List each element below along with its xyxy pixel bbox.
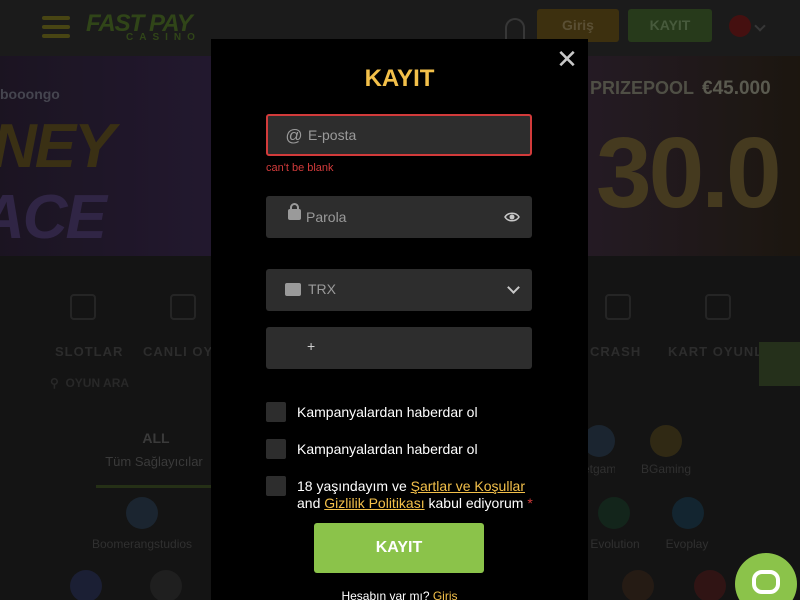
terms-text-pre: 18 yaşındayım ve [297,478,411,494]
login-prompt-text: Hesabın var mı? [341,589,433,600]
lock-icon [288,203,301,220]
required-mark: * [527,495,533,511]
currency-select[interactable]: TRX [266,269,532,311]
password-field[interactable] [266,196,532,238]
promo-checkbox-label-2: Kampanyalardan haberdar ol [297,441,478,457]
eye-icon[interactable] [504,209,520,225]
register-modal: ✕ KAYIT @ can't be blank TRX + Kampanyal… [211,39,588,600]
currency-value: TRX [308,281,336,297]
promo-checkbox-2[interactable] [266,439,286,459]
register-submit-button[interactable]: KAYIT [314,523,484,573]
terms-label: 18 yaşındayım ve Şartlar ve Koşullar and… [297,478,533,512]
terms-text-and: and [297,495,325,511]
modal-title: KAYIT [364,65,435,92]
promo-checkbox-1[interactable] [266,402,286,422]
chat-icon [752,570,780,594]
phone-prefix: + [307,338,316,354]
phone-field[interactable]: + [266,327,532,369]
terms-checkbox[interactable] [266,476,286,496]
password-input[interactable] [306,196,506,238]
promo-checkbox-label-1: Kampanyalardan haberdar ol [297,404,478,420]
email-input[interactable] [308,116,508,154]
terms-link[interactable]: Şartlar ve Koşullar [411,478,525,494]
email-field[interactable]: @ [266,114,532,156]
terms-text-post: kabul ediyorum [424,495,528,511]
chevron-down-icon [507,281,520,294]
email-error: can't be blank [266,162,334,174]
privacy-link[interactable]: Gizlilik Politikası [324,495,424,511]
login-link[interactable]: Giriş [433,589,458,600]
wallet-icon [285,283,301,296]
login-prompt: Hesabın var mı? Giriş [211,589,588,600]
at-icon: @ [285,126,303,145]
